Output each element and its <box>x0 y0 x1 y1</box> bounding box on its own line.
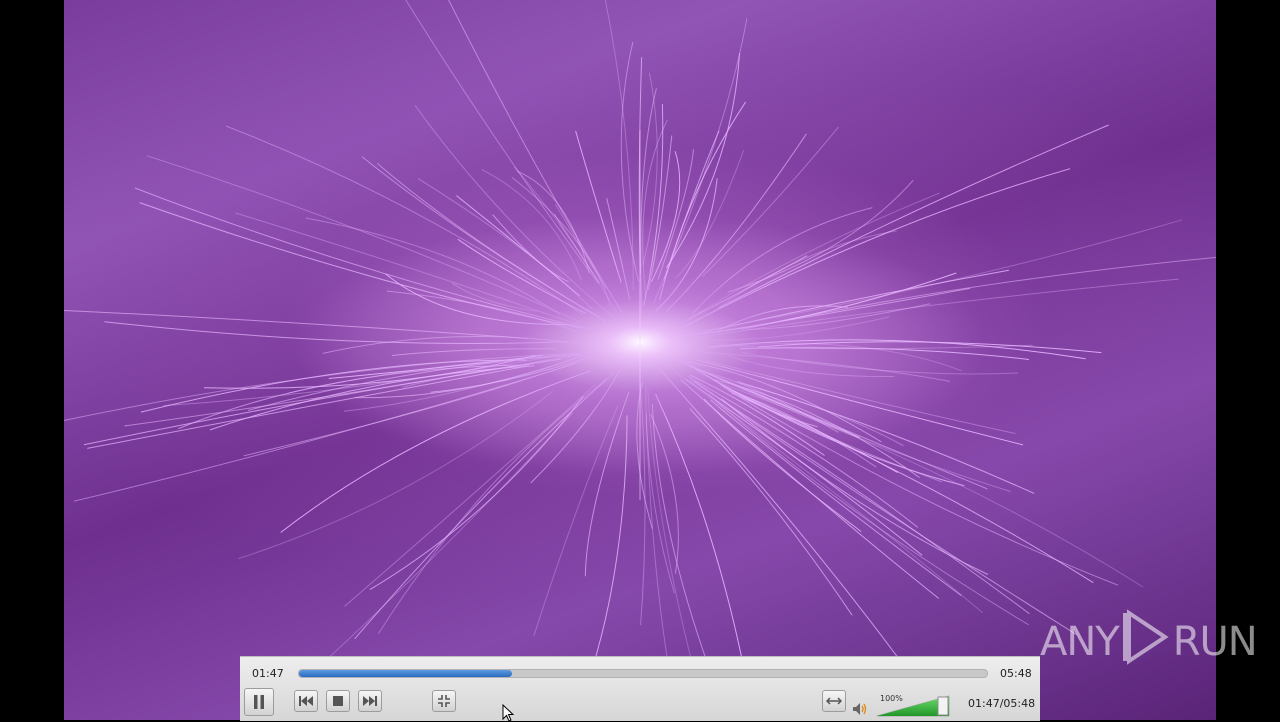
light-streak <box>620 41 639 282</box>
light-streak <box>653 18 748 303</box>
pause-icon <box>252 694 266 710</box>
anyrun-watermark: ANY RUN <box>1040 609 1258 675</box>
previous-button[interactable] <box>294 690 318 712</box>
light-streak <box>736 381 1035 494</box>
elapsed-time: 01:47 <box>252 667 284 680</box>
stop-icon <box>332 695 344 707</box>
speaker-icon[interactable] <box>852 701 868 720</box>
stop-button[interactable] <box>326 690 350 712</box>
next-button[interactable] <box>358 690 382 712</box>
skip-next-icon <box>362 695 378 707</box>
light-streak <box>727 179 914 293</box>
light-streak <box>709 399 962 597</box>
time-readout: 01:47/05:48 <box>968 697 1036 710</box>
watermark-play-icon <box>1122 609 1169 675</box>
light-streak <box>448 0 623 313</box>
loop-icon <box>826 697 842 705</box>
light-streak <box>651 403 708 662</box>
seek-bar[interactable] <box>298 669 988 678</box>
light-streak <box>225 125 583 316</box>
watermark-right-text: RUN <box>1172 619 1258 665</box>
mouse-cursor-icon <box>502 704 515 722</box>
fullscreen-toggle-button[interactable] <box>432 690 456 712</box>
watermark-left-text: ANY <box>1040 619 1120 665</box>
light-streak <box>329 412 573 657</box>
light-streak <box>64 309 529 339</box>
light-streak <box>604 0 634 290</box>
total-time: 05:48 <box>1000 667 1032 680</box>
exit-fullscreen-icon <box>437 694 451 708</box>
light-streak <box>650 151 681 283</box>
light-streak <box>481 169 582 281</box>
loop-button[interactable] <box>822 690 846 712</box>
player-control-bar: 01:47 05:48 100% 01:47/05:48 <box>240 656 1040 721</box>
light-streak <box>492 214 569 283</box>
light-streak <box>655 393 747 679</box>
seek-progress <box>299 670 513 677</box>
light-streak <box>516 170 590 274</box>
light-streak <box>575 130 622 283</box>
skip-previous-icon <box>298 695 314 707</box>
light-streak <box>675 149 745 279</box>
light-streak <box>178 364 530 430</box>
pause-button[interactable] <box>244 688 274 716</box>
volume-percent-label: 100% <box>880 694 903 703</box>
light-streak <box>405 0 599 284</box>
light-streak <box>741 256 1216 331</box>
light-streak <box>344 384 596 607</box>
